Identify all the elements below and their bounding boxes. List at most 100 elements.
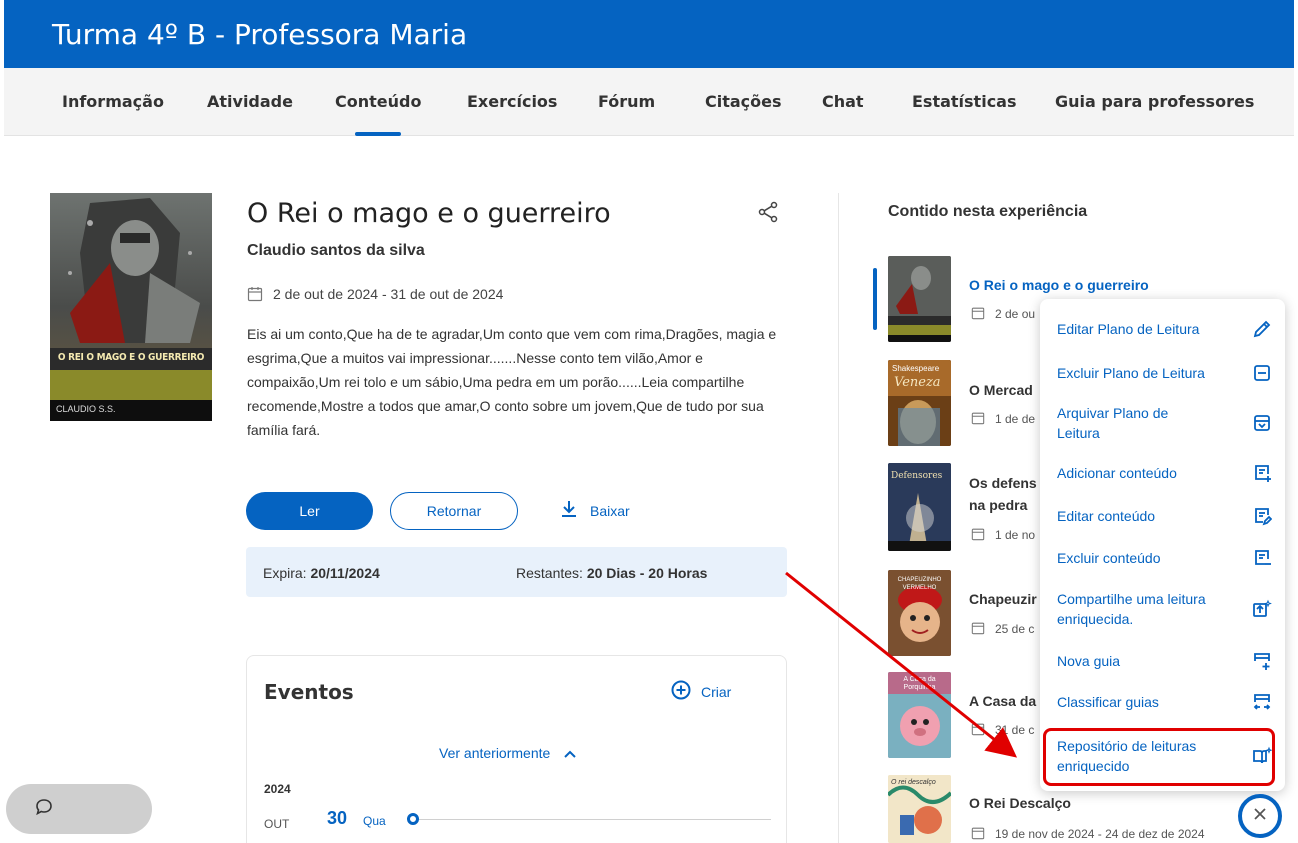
tab-exercicios[interactable]: Exercícios — [467, 92, 557, 111]
book-cover-title-text: O REI O MAGO E O GUERREIRO — [57, 352, 205, 363]
column-divider — [838, 193, 839, 843]
book-title: O Rei o mago e o guerreiro — [247, 198, 611, 229]
menu-item-label: Excluir Plano de Leitura — [1057, 365, 1205, 381]
menu-edit-content[interactable]: Editar conteúdo — [1057, 506, 1273, 526]
return-button[interactable]: Retornar — [390, 492, 518, 530]
menu-new-guide[interactable]: Nova guia — [1057, 651, 1272, 671]
menu-sort-guides[interactable]: Classificar guias — [1057, 692, 1272, 712]
menu-item-label: Classificar guias — [1057, 694, 1159, 710]
plus-circle-icon — [671, 680, 691, 703]
menu-archive-reading-plan[interactable]: Arquivar Plano de Leitura — [1057, 403, 1272, 443]
sidebar-item-date: 19 de nov de 2024 - 24 de dez de 2024 — [971, 826, 1205, 842]
sidebar-cover-3-title: Defensores — [891, 471, 943, 481]
menu-item-label: Compartilhe uma leitura enriquecida. — [1057, 591, 1206, 627]
sidebar-cover-6-title: O rei descalço — [891, 779, 936, 786]
download-label: Baixar — [590, 502, 630, 519]
book-author: Claudio santos da silva — [247, 242, 425, 259]
menu-delete-content[interactable]: Excluir conteúdo — [1057, 548, 1272, 568]
sidebar-item-date: 25 de c — [971, 621, 1034, 637]
see-previous-button[interactable]: Ver anteriormente — [439, 745, 577, 761]
read-button[interactable]: Ler — [246, 492, 373, 530]
calendar-icon — [971, 411, 987, 427]
sidebar-item-date: 1 de de — [971, 411, 1035, 427]
remaining-time: Restantes: 20 Dias - 20 Horas — [516, 565, 707, 581]
calendar-icon — [247, 286, 263, 302]
tab-citacoes[interactable]: Citações — [705, 92, 782, 111]
book-cover[interactable]: O REI O MAGO E O GUERREIRO CLAUDIO S.S. — [50, 193, 212, 421]
create-event-button[interactable]: Criar — [671, 680, 731, 703]
sidebar-cover-4-title: CHAPEUZINHO VERMELHO — [897, 577, 942, 591]
menu-add-content[interactable]: Adicionar conteúdo — [1057, 463, 1272, 483]
tab-forum[interactable]: Fórum — [598, 92, 655, 111]
sidebar-item-title[interactable]: A Casa da — [969, 693, 1036, 709]
active-item-indicator — [873, 268, 877, 330]
expiry-date: Expira: 20/11/2024 — [263, 565, 380, 581]
sidebar-item-date-text: 25 de c — [995, 622, 1035, 636]
menu-share-enriched-reading[interactable]: Compartilhe uma leitura enriquecida. — [1057, 589, 1272, 629]
sidebar-item-title[interactable]: Os defens — [969, 475, 1037, 491]
actions-menu: Editar Plano de Leitura Excluir Plano de… — [1040, 299, 1285, 791]
book-date-row: 2 de out de 2024 - 31 de out de 2024 — [247, 286, 503, 302]
sidebar-item-title[interactable]: O Rei o mago e o guerreiro — [969, 277, 1149, 293]
sidebar-cover-4[interactable]: CHAPEUZINHO VERMELHO — [888, 570, 951, 656]
sidebar-title: Contido nesta experiência — [888, 203, 1088, 220]
tab-estatisticas[interactable]: Estatísticas — [912, 92, 1017, 111]
pencil-icon — [1252, 319, 1272, 339]
tab-informacao[interactable]: Informação — [62, 92, 164, 111]
share-icon[interactable] — [756, 200, 780, 224]
book-date-range: 2 de out de 2024 - 31 de out de 2024 — [273, 286, 504, 302]
tab-chat[interactable]: Chat — [822, 92, 864, 111]
sidebar-cover-3[interactable]: Defensores — [888, 463, 951, 551]
doc-remove-icon — [1252, 548, 1272, 568]
event-month: OUT — [264, 817, 290, 831]
download-button[interactable]: Baixar — [560, 500, 630, 521]
sidebar-cover-2[interactable]: Shakespeare Veneza — [888, 360, 951, 446]
see-previous-label: Ver anteriormente — [439, 745, 551, 761]
tab-guia-professores[interactable]: Guia para professores — [1055, 92, 1254, 111]
event-weekday: Qua — [363, 814, 386, 828]
book-cover-art — [50, 193, 212, 421]
sidebar-item-date: 1 de no — [971, 527, 1035, 543]
minus-square-icon — [1252, 363, 1272, 383]
chat-fab[interactable] — [6, 784, 152, 834]
expiry-value: 20/11/2024 — [310, 565, 380, 581]
tab-atividade[interactable]: Atividade — [207, 92, 293, 111]
header-bar: Turma 4º B - Professora Maria — [4, 0, 1294, 68]
calendar-icon — [971, 527, 987, 543]
remaining-label: Restantes: — [516, 565, 587, 581]
calendar-icon — [971, 722, 987, 738]
sidebar-item-title[interactable]: Chapeuzir — [969, 591, 1037, 607]
archive-icon — [1252, 413, 1272, 433]
events-title: Eventos — [264, 680, 354, 704]
sidebar-cover-1[interactable] — [888, 256, 951, 342]
doc-edit-icon — [1252, 506, 1273, 526]
tab-bar: Informação Atividade Conteúdo Exercícios… — [4, 68, 1294, 136]
sidebar-item-date: 2 de ou — [971, 306, 1035, 322]
menu-item-label: Arquivar Plano de Leitura — [1057, 405, 1169, 441]
tab-conteudo[interactable]: Conteúdo — [335, 92, 421, 136]
create-event-label: Criar — [701, 683, 732, 700]
sidebar-item-title-line2[interactable]: na pedra — [969, 497, 1027, 513]
calendar-icon — [971, 306, 987, 322]
event-year: 2024 — [264, 782, 291, 796]
event-timeline — [415, 819, 771, 820]
close-menu-button[interactable] — [1238, 794, 1282, 838]
calendar-icon — [971, 621, 987, 637]
event-dot[interactable] — [407, 813, 419, 825]
remaining-value: 20 Dias - 20 Horas — [586, 565, 708, 581]
doc-add-icon — [1252, 463, 1272, 483]
sidebar-item-title[interactable]: O Rei Descalço — [969, 795, 1071, 811]
highlight-box — [1043, 728, 1275, 786]
sidebar-cover-2-title: Veneza — [894, 375, 941, 390]
calendar-icon — [971, 826, 987, 842]
expiry-banner: Expira: 20/11/2024 Restantes: 20 Dias - … — [246, 547, 787, 597]
close-icon — [1252, 806, 1268, 827]
sidebar-cover-6[interactable]: O rei descalço — [888, 775, 951, 843]
menu-edit-reading-plan[interactable]: Editar Plano de Leitura — [1057, 319, 1272, 339]
sort-guides-icon — [1252, 692, 1272, 712]
menu-delete-reading-plan[interactable]: Excluir Plano de Leitura — [1057, 363, 1272, 383]
page-title: Turma 4º B - Professora Maria — [52, 18, 468, 51]
sidebar-cover-2-author: Shakespeare — [892, 364, 940, 373]
sidebar-cover-5[interactable]: A Casa da Porquinha — [888, 672, 951, 758]
sidebar-item-title[interactable]: O Mercad — [969, 382, 1033, 398]
